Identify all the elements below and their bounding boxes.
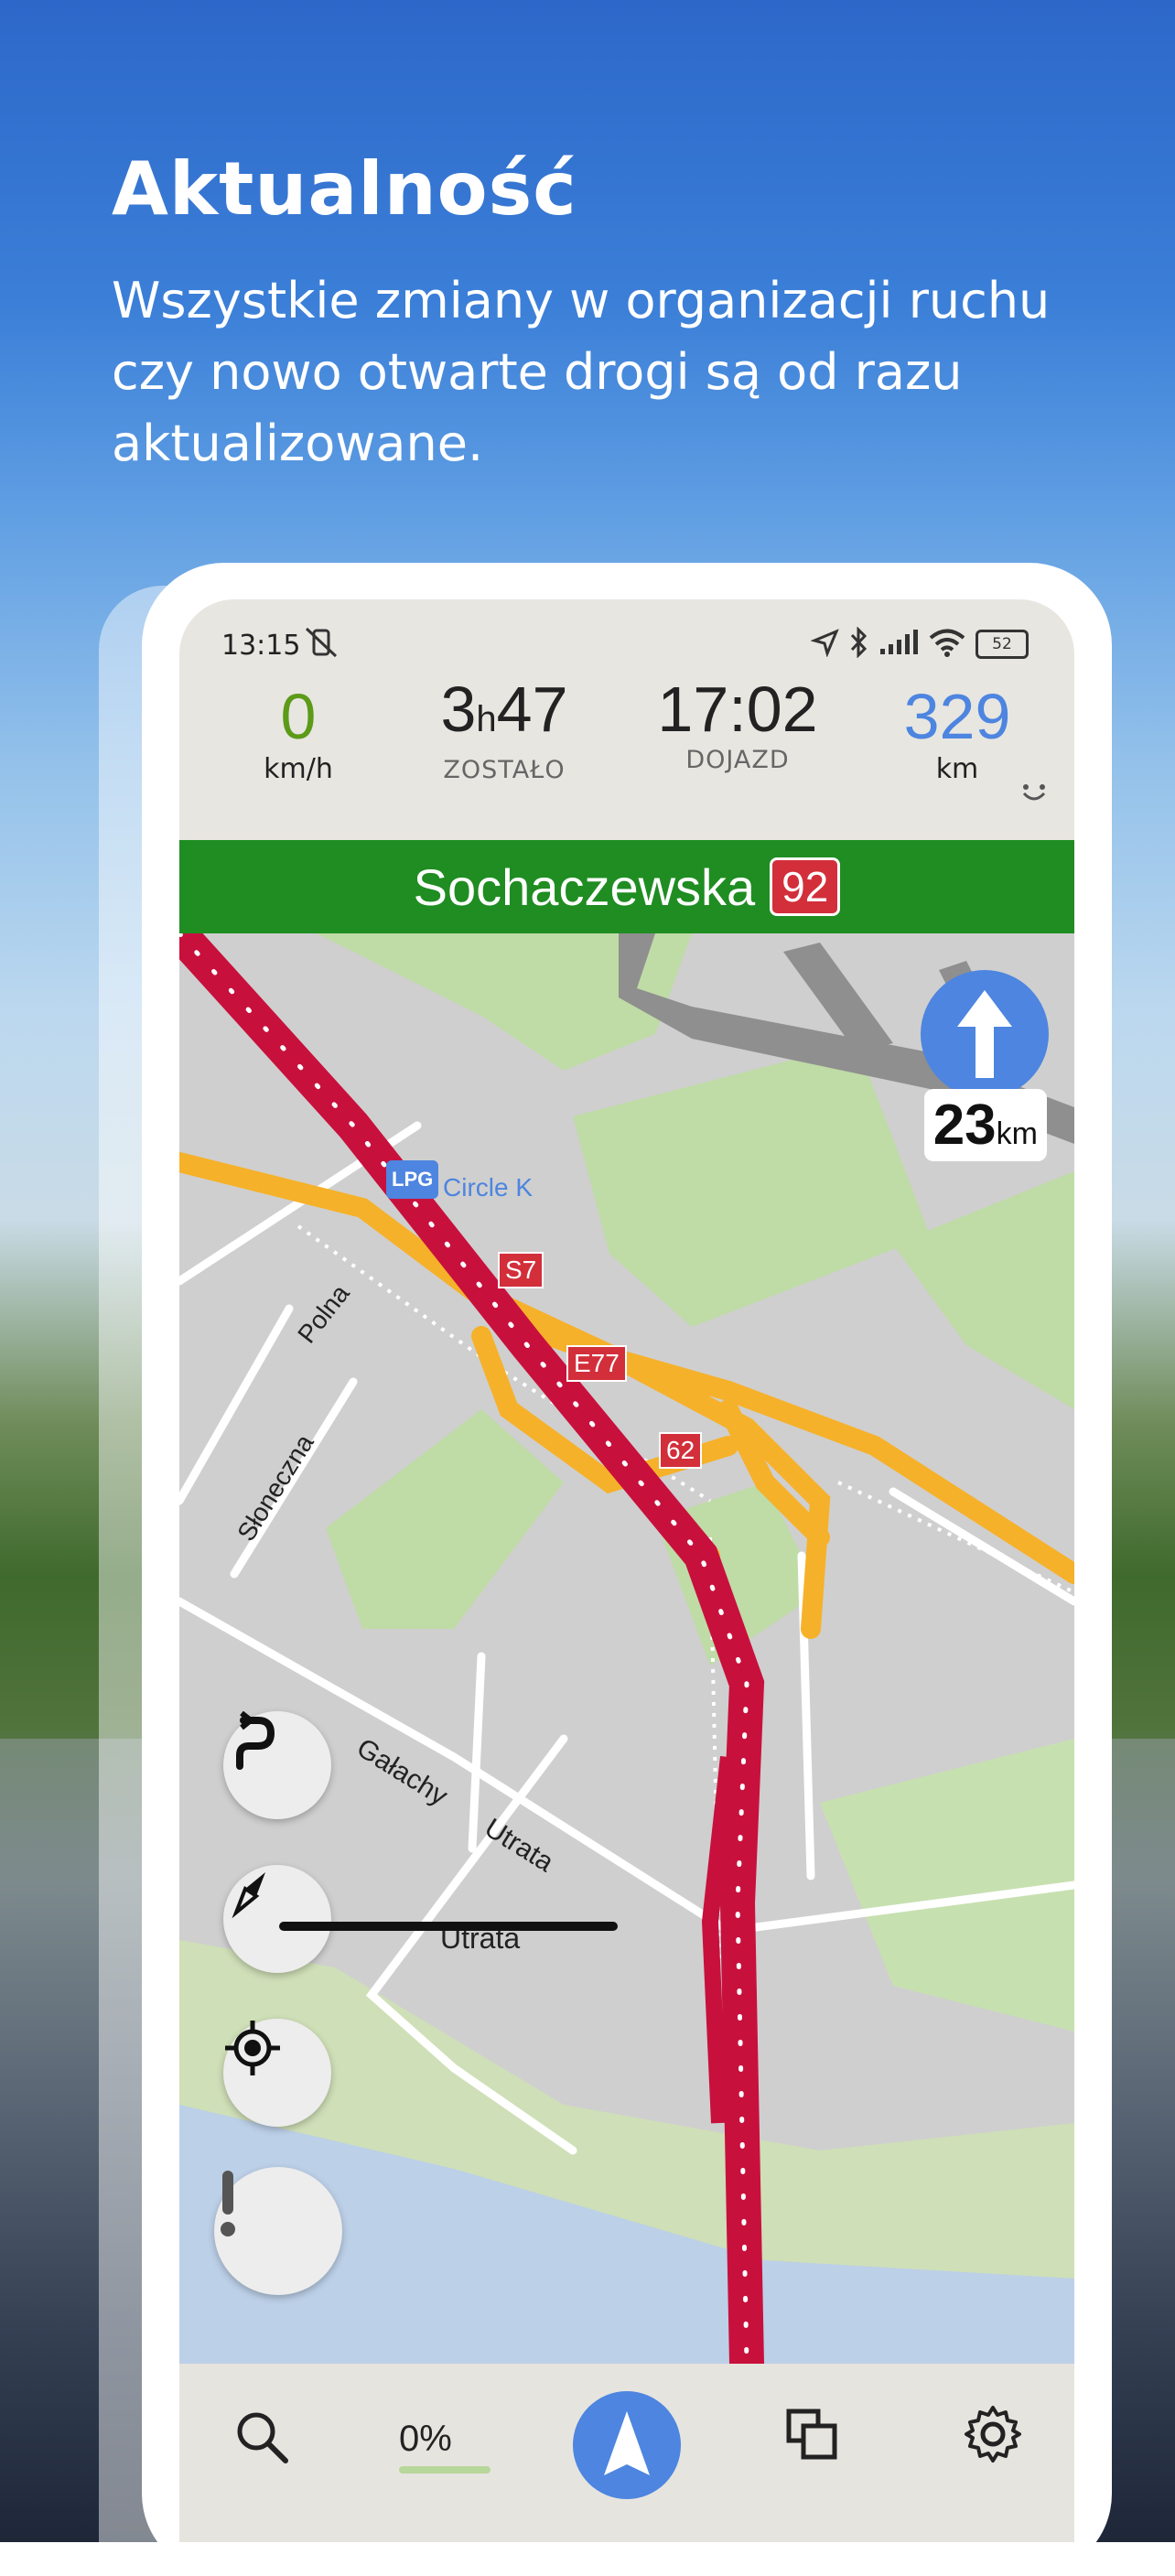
road-shield-e77: E77	[566, 1345, 627, 1382]
app-screen: 13:15 52 0 km/h 3h47 ZOSTAŁO 17:02 DOJAZ…	[179, 599, 1074, 2542]
navigation-arrow-icon	[604, 2411, 650, 2475]
remaining-h-unit: h	[476, 699, 497, 739]
status-time: 13:15	[221, 630, 301, 662]
battery-indicator: 52	[976, 630, 1029, 659]
vibrate-off-icon	[303, 627, 340, 662]
status-icons: 52	[810, 626, 1029, 662]
smiley-icon[interactable]	[1019, 782, 1049, 811]
report-button[interactable]	[214, 2167, 342, 2295]
detour-icon	[236, 1711, 275, 1770]
next-turn-distance-value: 23	[932, 1094, 997, 1157]
road-shield-s7: S7	[498, 1252, 544, 1288]
arrival-time: 17:02	[657, 674, 818, 745]
next-turn-distance: 23km	[923, 1089, 1047, 1161]
search-button[interactable]	[232, 2408, 291, 2470]
wifi-icon	[928, 628, 966, 661]
current-street-banner[interactable]: Sochaczewska 92	[179, 840, 1074, 933]
promo-subtext: Wszystkie zmiany w organizacji ruchu czy…	[112, 272, 1051, 472]
crosshair-icon	[225, 2021, 280, 2075]
copy-icon	[786, 2409, 837, 2460]
status-bar: 13:15 52	[179, 599, 1074, 691]
signal-icon	[879, 629, 919, 660]
bluetooth-icon	[849, 626, 869, 662]
bottom-toolbar: 0%	[179, 2364, 1074, 2542]
speed-stat[interactable]: 0 km/h	[234, 680, 362, 785]
gear-icon	[965, 2406, 1021, 2463]
poi-label[interactable]: Circle K	[443, 1173, 533, 1202]
map-view[interactable]: LPG Circle K S7 E77 62 Polna Słoneczna G…	[179, 933, 1074, 2364]
arrival-stat[interactable]: 17:02 DOJAZD	[655, 673, 820, 774]
remaining-minutes: 47	[496, 674, 568, 745]
arrival-label: DOJAZD	[685, 746, 790, 774]
speed-unit: km/h	[264, 753, 333, 785]
progress-value: 0%	[399, 2419, 452, 2459]
settings-button[interactable]	[963, 2404, 1023, 2468]
exclamation-icon	[221, 2171, 235, 2236]
speed-value: 0	[280, 681, 317, 752]
trip-stats: 0 km/h 3h47 ZOSTAŁO 17:02 DOJAZD 329 km	[179, 674, 1074, 808]
routes-button[interactable]	[783, 2406, 842, 2468]
search-icon	[237, 2412, 288, 2463]
road-number-badge: 92	[770, 857, 841, 916]
detour-button[interactable]	[223, 1711, 331, 1819]
navigation-button[interactable]	[573, 2391, 681, 2499]
lpg-station-marker[interactable]: LPG	[386, 1160, 439, 1199]
compass-button[interactable]	[223, 1865, 331, 1973]
street-name: Sochaczewska	[413, 857, 756, 916]
remaining-stat[interactable]: 3h47 ZOSTAŁO	[426, 673, 582, 784]
home-indicator[interactable]	[279, 1922, 618, 1931]
next-turn-indicator[interactable]	[921, 970, 1049, 1098]
straight-arrow-icon	[957, 990, 1012, 1078]
remaining-hours: 3	[440, 674, 477, 745]
distance-unit: km	[935, 753, 979, 785]
location-arrow-icon	[810, 628, 840, 661]
remaining-label: ZOSTAŁO	[443, 756, 566, 784]
recenter-button[interactable]	[223, 2019, 331, 2127]
distance-value: 329	[903, 681, 1011, 752]
promo-headline: Aktualność	[112, 146, 577, 232]
compass-icon	[232, 1872, 265, 1919]
distance-stat[interactable]: 329 km	[893, 680, 1021, 785]
progress-underline	[399, 2466, 490, 2474]
next-turn-distance-unit: km	[996, 1116, 1038, 1151]
road-shield-62: 62	[659, 1432, 703, 1469]
